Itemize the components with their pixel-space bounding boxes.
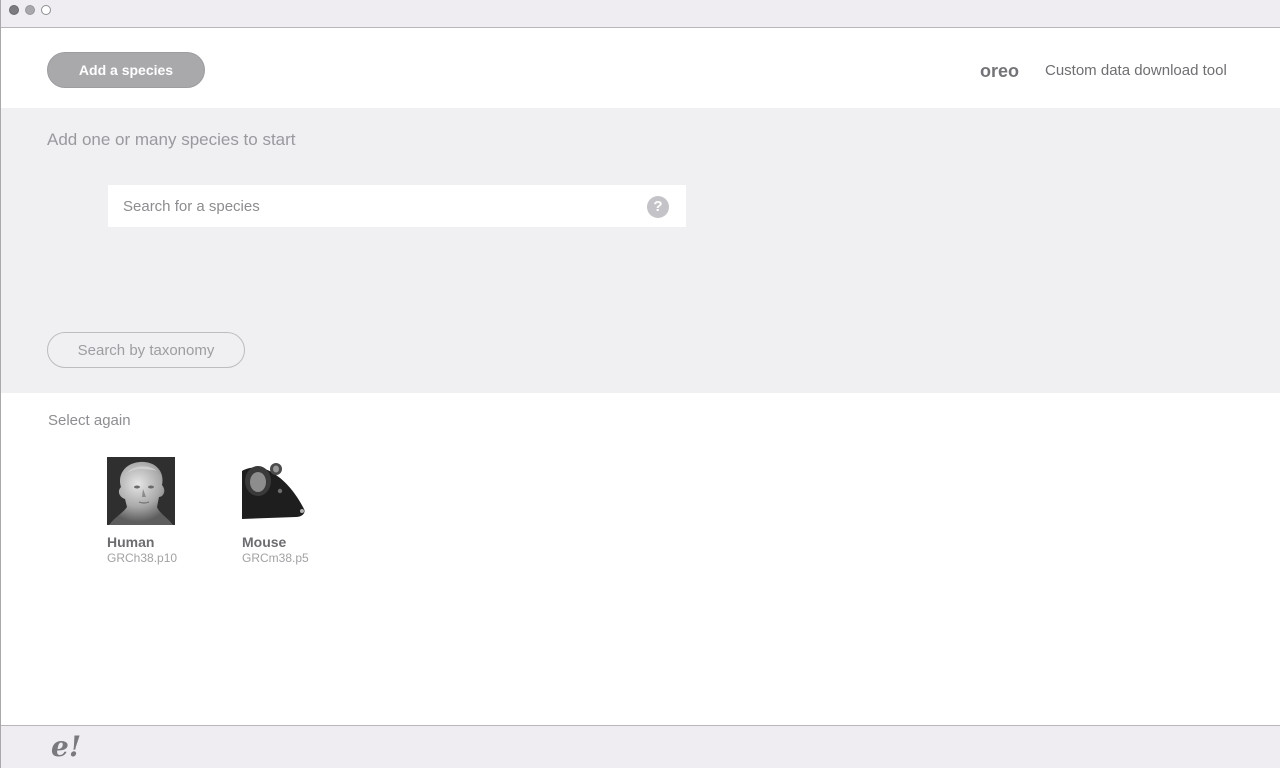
window-minimize-icon[interactable] [25, 5, 35, 15]
app-window: Add a species oreo Custom data download … [0, 0, 1280, 768]
species-search-input[interactable] [108, 185, 638, 227]
ensembl-logo[interactable]: e! [51, 730, 81, 763]
help-icon[interactable]: ? [647, 196, 669, 218]
species-assembly: GRCh38.p10 [107, 551, 178, 565]
species-card-mouse[interactable]: Mouse GRCm38.p5 [242, 457, 332, 565]
window-maximize-icon[interactable] [41, 5, 51, 15]
mouse-thumbnail-icon [242, 457, 310, 525]
select-again-heading: Select again [48, 412, 131, 429]
species-name: Human [107, 534, 155, 550]
panel-heading: Add one or many species to start [47, 130, 296, 149]
search-by-taxonomy-button[interactable]: Search by taxonomy [47, 332, 245, 368]
title-bar [1, 0, 1280, 28]
species-card-human[interactable]: Human GRCh38.p10 [107, 457, 197, 565]
species-assembly: GRCm38.p5 [242, 551, 309, 565]
species-search-box: ? [108, 185, 686, 227]
human-bust-thumbnail-icon [107, 457, 175, 525]
brand-name: oreo [980, 61, 1020, 81]
app-header: Add a species oreo Custom data download … [1, 28, 1280, 108]
footer: e! [1, 725, 1280, 768]
tool-title: Custom data download tool [1045, 62, 1227, 79]
add-species-button[interactable]: Add a species [47, 52, 205, 88]
species-name: Mouse [242, 534, 287, 550]
window-close-icon[interactable] [9, 5, 19, 15]
species-search-panel: Add one or many species to start ? Searc… [1, 108, 1280, 393]
